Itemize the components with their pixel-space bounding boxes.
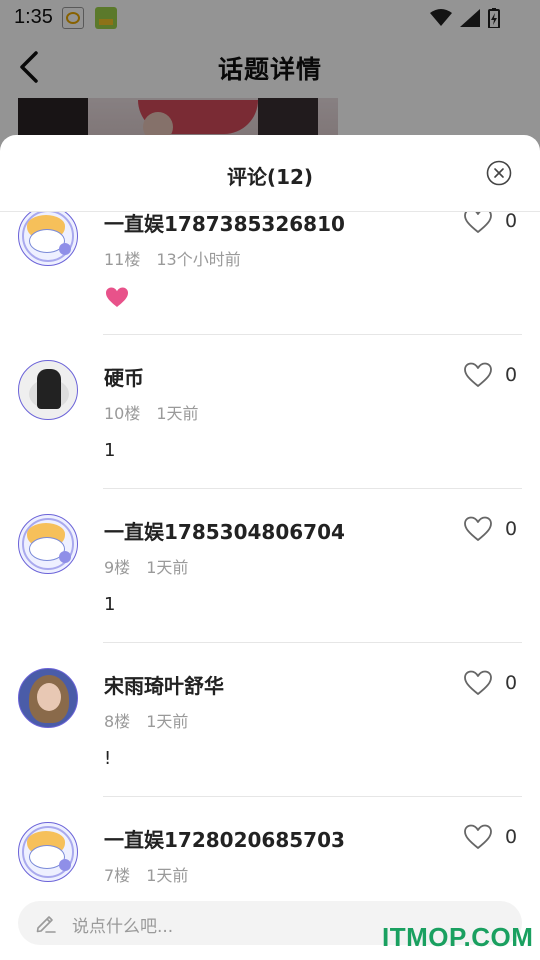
comment-author[interactable]: 宋雨琦叶舒华 [104, 670, 224, 699]
comment-time: 1天前 [146, 558, 189, 577]
floor-number: 10楼 [104, 404, 141, 423]
comment-author[interactable]: 一直娱1787385326810 [104, 212, 345, 237]
like-count: 0 [505, 364, 518, 386]
heart-emoji-icon [106, 287, 128, 307]
comment-time: 1天前 [156, 404, 199, 423]
avatar[interactable] [18, 360, 78, 420]
comment-item: 硬币 0 10楼 1天前 1 [0, 352, 540, 506]
comment-list[interactable]: 一直娱1787385326810 0 11楼 13个小时前 硬币 0 10楼 1天前… [0, 212, 540, 884]
like-heart-icon[interactable] [464, 362, 492, 388]
comment-author[interactable]: 一直娱1785304806704 [104, 516, 345, 545]
like-heart-icon[interactable] [464, 516, 492, 542]
watermark: ITMOP.COM [382, 922, 534, 952]
divider [103, 642, 522, 643]
pencil-icon [36, 916, 56, 933]
like-count: 0 [505, 826, 518, 848]
comment-item: 一直娱1785304806704 0 9楼 1天前 1 [0, 506, 540, 660]
comment-content: 1 [104, 594, 116, 615]
avatar[interactable] [18, 514, 78, 574]
like-count: 0 [505, 212, 518, 232]
close-icon[interactable] [486, 160, 512, 186]
sheet-header: 评论(12) [0, 135, 540, 212]
comment-time: 1天前 [146, 712, 189, 731]
comment-content: ! [104, 748, 112, 769]
comment-meta: 8楼 1天前 [104, 708, 188, 732]
comment-meta: 9楼 1天前 [104, 554, 188, 578]
like-heart-icon[interactable] [464, 670, 492, 696]
floor-number: 11楼 [104, 250, 141, 269]
comment-content: 1 [104, 440, 116, 461]
floor-number: 9楼 [104, 558, 131, 577]
like-count: 0 [505, 672, 518, 694]
sheet-title: 评论(12) [226, 165, 314, 189]
comments-sheet: 评论(12) 一直娱1787385326810 0 11楼 13个小时前 硬币 0… [0, 135, 540, 960]
divider [103, 488, 522, 489]
avatar[interactable] [18, 668, 78, 728]
divider [103, 334, 522, 335]
floor-number: 7楼 [104, 866, 131, 884]
like-heart-icon[interactable] [464, 212, 492, 234]
comment-meta: 11楼 13个小时前 [104, 246, 241, 270]
comment-item: 宋雨琦叶舒华 0 8楼 1天前 ! [0, 660, 540, 814]
like-count: 0 [505, 518, 518, 540]
floor-number: 8楼 [104, 712, 131, 731]
comment-time: 1天前 [146, 866, 189, 884]
divider [103, 796, 522, 797]
comment-author[interactable]: 硬币 [104, 362, 144, 391]
comment-item: 一直娱1787385326810 0 11楼 13个小时前 [0, 212, 540, 352]
comment-item: 一直娱1728020685703 0 7楼 1天前 [0, 814, 540, 884]
avatar[interactable] [18, 212, 78, 266]
comment-meta: 7楼 1天前 [104, 862, 188, 884]
input-placeholder: 说点什么吧... [72, 917, 174, 937]
like-heart-icon[interactable] [464, 824, 492, 850]
comment-author[interactable]: 一直娱1728020685703 [104, 824, 345, 853]
comment-meta: 10楼 1天前 [104, 400, 199, 424]
comment-time: 13个小时前 [156, 250, 241, 269]
avatar[interactable] [18, 822, 78, 882]
